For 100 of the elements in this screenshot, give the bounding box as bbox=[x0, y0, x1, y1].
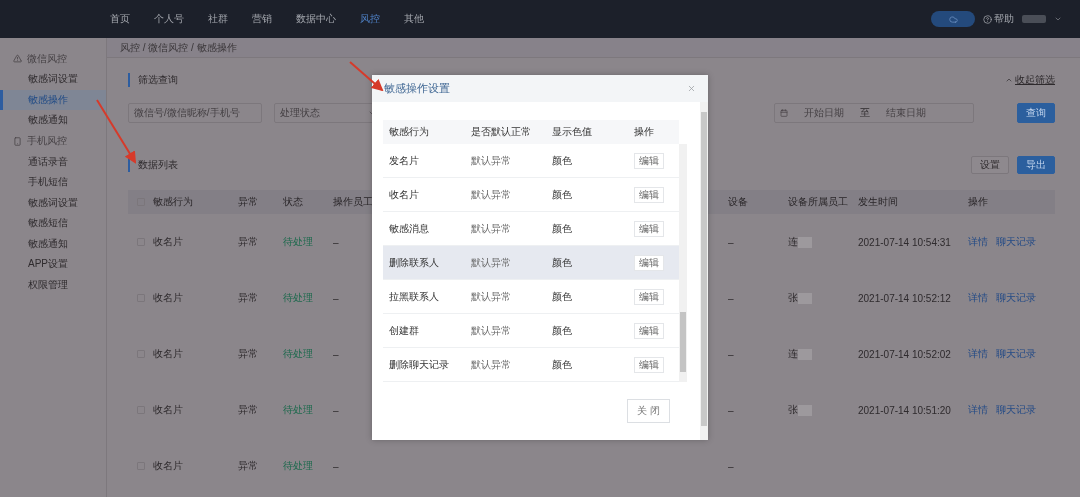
edit-button[interactable]: 编辑 bbox=[634, 322, 664, 339]
nav-tab[interactable]: 个人号 bbox=[154, 12, 184, 26]
edit-button[interactable]: 编辑 bbox=[634, 220, 664, 237]
query-button[interactable]: 查询 bbox=[1017, 103, 1055, 123]
export-button[interactable]: 导出 bbox=[1017, 156, 1055, 174]
table-cell: 张 bbox=[788, 403, 798, 417]
table-cell: 默认异常 bbox=[471, 255, 511, 270]
close-button[interactable]: 关 闭 bbox=[627, 399, 670, 423]
scrollbar[interactable] bbox=[679, 144, 687, 382]
table-row[interactable]: 删除联系人 默认异常 颜色 编辑 bbox=[383, 246, 679, 280]
sidebar-group-title: 手机风控 bbox=[27, 134, 67, 148]
column-header: 发生时间 bbox=[858, 195, 898, 209]
table-cell: 删除联系人 bbox=[389, 255, 439, 270]
sidebar-item[interactable]: 通话录音 bbox=[0, 151, 106, 172]
sidebar-item[interactable]: 手机短信 bbox=[0, 172, 106, 193]
table-cell: 创建群 bbox=[389, 323, 419, 338]
column-header: 操作 bbox=[634, 125, 654, 139]
nav-tab[interactable]: 风控 bbox=[360, 12, 380, 26]
column-header: 异常 bbox=[238, 195, 258, 209]
cloud-icon bbox=[948, 14, 958, 24]
sidebar-item[interactable]: 敏感词设置 bbox=[0, 69, 106, 90]
row-action-link[interactable]: 详情 bbox=[968, 347, 988, 361]
edit-button[interactable]: 编辑 bbox=[634, 288, 664, 305]
column-header: 设备 bbox=[728, 195, 748, 209]
edit-button[interactable]: 编辑 bbox=[634, 152, 664, 169]
sidebar-item[interactable]: APP设置 bbox=[0, 254, 106, 275]
table-cell: 颜色 bbox=[552, 289, 572, 304]
nav-tab[interactable]: 其他 bbox=[404, 12, 424, 26]
close-icon[interactable] bbox=[687, 84, 696, 93]
table-cell: – bbox=[728, 404, 734, 416]
table-cell: 颜色 bbox=[552, 357, 572, 372]
column-header: 是否默认正常 bbox=[471, 125, 531, 139]
table-cell: 异常 bbox=[238, 291, 258, 305]
table-cell: 2021-07-14 10:51:20 bbox=[858, 404, 951, 416]
table-cell: – bbox=[728, 348, 734, 360]
edit-button[interactable]: 编辑 bbox=[634, 254, 664, 271]
status-text: 待处理 bbox=[283, 291, 313, 305]
edit-button[interactable]: 编辑 bbox=[634, 186, 664, 203]
calendar-icon bbox=[780, 109, 788, 117]
nav-tab[interactable]: 首页 bbox=[110, 12, 130, 26]
sidebar-item[interactable]: 敏感通知 bbox=[0, 110, 106, 131]
annotation-arrow bbox=[349, 61, 384, 92]
nav-tab[interactable]: 社群 bbox=[208, 12, 228, 26]
table-cell: – bbox=[728, 460, 734, 472]
table-cell: 收名片 bbox=[153, 403, 183, 417]
table-cell: 2021-07-14 10:54:31 bbox=[858, 236, 951, 248]
breadcrumb: 风控 / 微信风控 / 敏感操作 bbox=[107, 38, 1080, 58]
table-cell: – bbox=[728, 292, 734, 304]
table-cell: 默认异常 bbox=[471, 153, 511, 168]
row-action-link[interactable]: 详情 bbox=[968, 403, 988, 417]
row-action-link[interactable]: 聊天记录 bbox=[996, 403, 1036, 417]
nav-tab[interactable]: 营销 bbox=[252, 12, 272, 26]
row-action-link[interactable]: 详情 bbox=[968, 291, 988, 305]
sidebar-item[interactable]: 敏感通知 bbox=[0, 233, 106, 254]
settings-button[interactable]: 设置 bbox=[971, 156, 1009, 174]
table-cell: 收名片 bbox=[389, 187, 419, 202]
table-cell: 2021-07-14 10:52:12 bbox=[858, 292, 951, 304]
table-cell: 收名片 bbox=[153, 347, 183, 361]
sidebar-item[interactable]: 权限管理 bbox=[0, 274, 106, 295]
table-cell: 收名片 bbox=[153, 459, 183, 473]
column-header: 敏感行为 bbox=[389, 125, 429, 139]
column-header: 设备所属员工 bbox=[788, 195, 848, 209]
status-text: 待处理 bbox=[283, 235, 313, 249]
sidebar-item[interactable]: 敏感词设置 bbox=[0, 192, 106, 213]
column-header: 状态 bbox=[283, 195, 303, 209]
row-action-link[interactable]: 聊天记录 bbox=[996, 347, 1036, 361]
table-cell: 异常 bbox=[238, 459, 258, 473]
table-cell: 连 bbox=[788, 347, 798, 361]
table-cell: – bbox=[333, 460, 339, 472]
table-cell: 默认异常 bbox=[471, 221, 511, 236]
chevron-down-icon[interactable] bbox=[1054, 15, 1062, 23]
table-cell: 颜色 bbox=[552, 153, 572, 168]
redacted-block bbox=[1022, 15, 1046, 23]
edit-button[interactable]: 编辑 bbox=[634, 356, 664, 373]
table-cell: 颜色 bbox=[552, 221, 572, 236]
chevron-up-icon bbox=[1005, 76, 1013, 84]
collapse-filter-link[interactable]: 收起筛选 bbox=[1005, 73, 1055, 87]
column-header: 显示色值 bbox=[552, 125, 592, 139]
row-action-link[interactable]: 聊天记录 bbox=[996, 235, 1036, 249]
status-text: 待处理 bbox=[283, 347, 313, 361]
table-cell: – bbox=[333, 292, 339, 304]
help-link[interactable]: 帮助 bbox=[983, 12, 1014, 26]
sidebar-item[interactable]: 敏感短信 bbox=[0, 213, 106, 234]
row-action-link[interactable]: 详情 bbox=[968, 235, 988, 249]
table-cell: 连 bbox=[788, 235, 798, 249]
scrollbar[interactable] bbox=[700, 102, 708, 440]
nav-tab[interactable]: 数据中心 bbox=[296, 12, 336, 26]
row-action-link[interactable]: 聊天记录 bbox=[996, 291, 1036, 305]
table-cell: – bbox=[333, 404, 339, 416]
table-cell: 默认异常 bbox=[471, 289, 511, 304]
table-cell: 异常 bbox=[238, 235, 258, 249]
table-cell: 异常 bbox=[238, 347, 258, 361]
table-cell: 颜色 bbox=[552, 255, 572, 270]
sidebar-item[interactable]: 敏感操作 bbox=[0, 89, 106, 110]
table-cell: 默认异常 bbox=[471, 323, 511, 338]
cloud-button[interactable] bbox=[931, 11, 975, 27]
section-title: 数据列表 bbox=[128, 158, 178, 172]
table-cell: 异常 bbox=[238, 403, 258, 417]
table-cell: – bbox=[728, 236, 734, 248]
table-cell: – bbox=[333, 348, 339, 360]
